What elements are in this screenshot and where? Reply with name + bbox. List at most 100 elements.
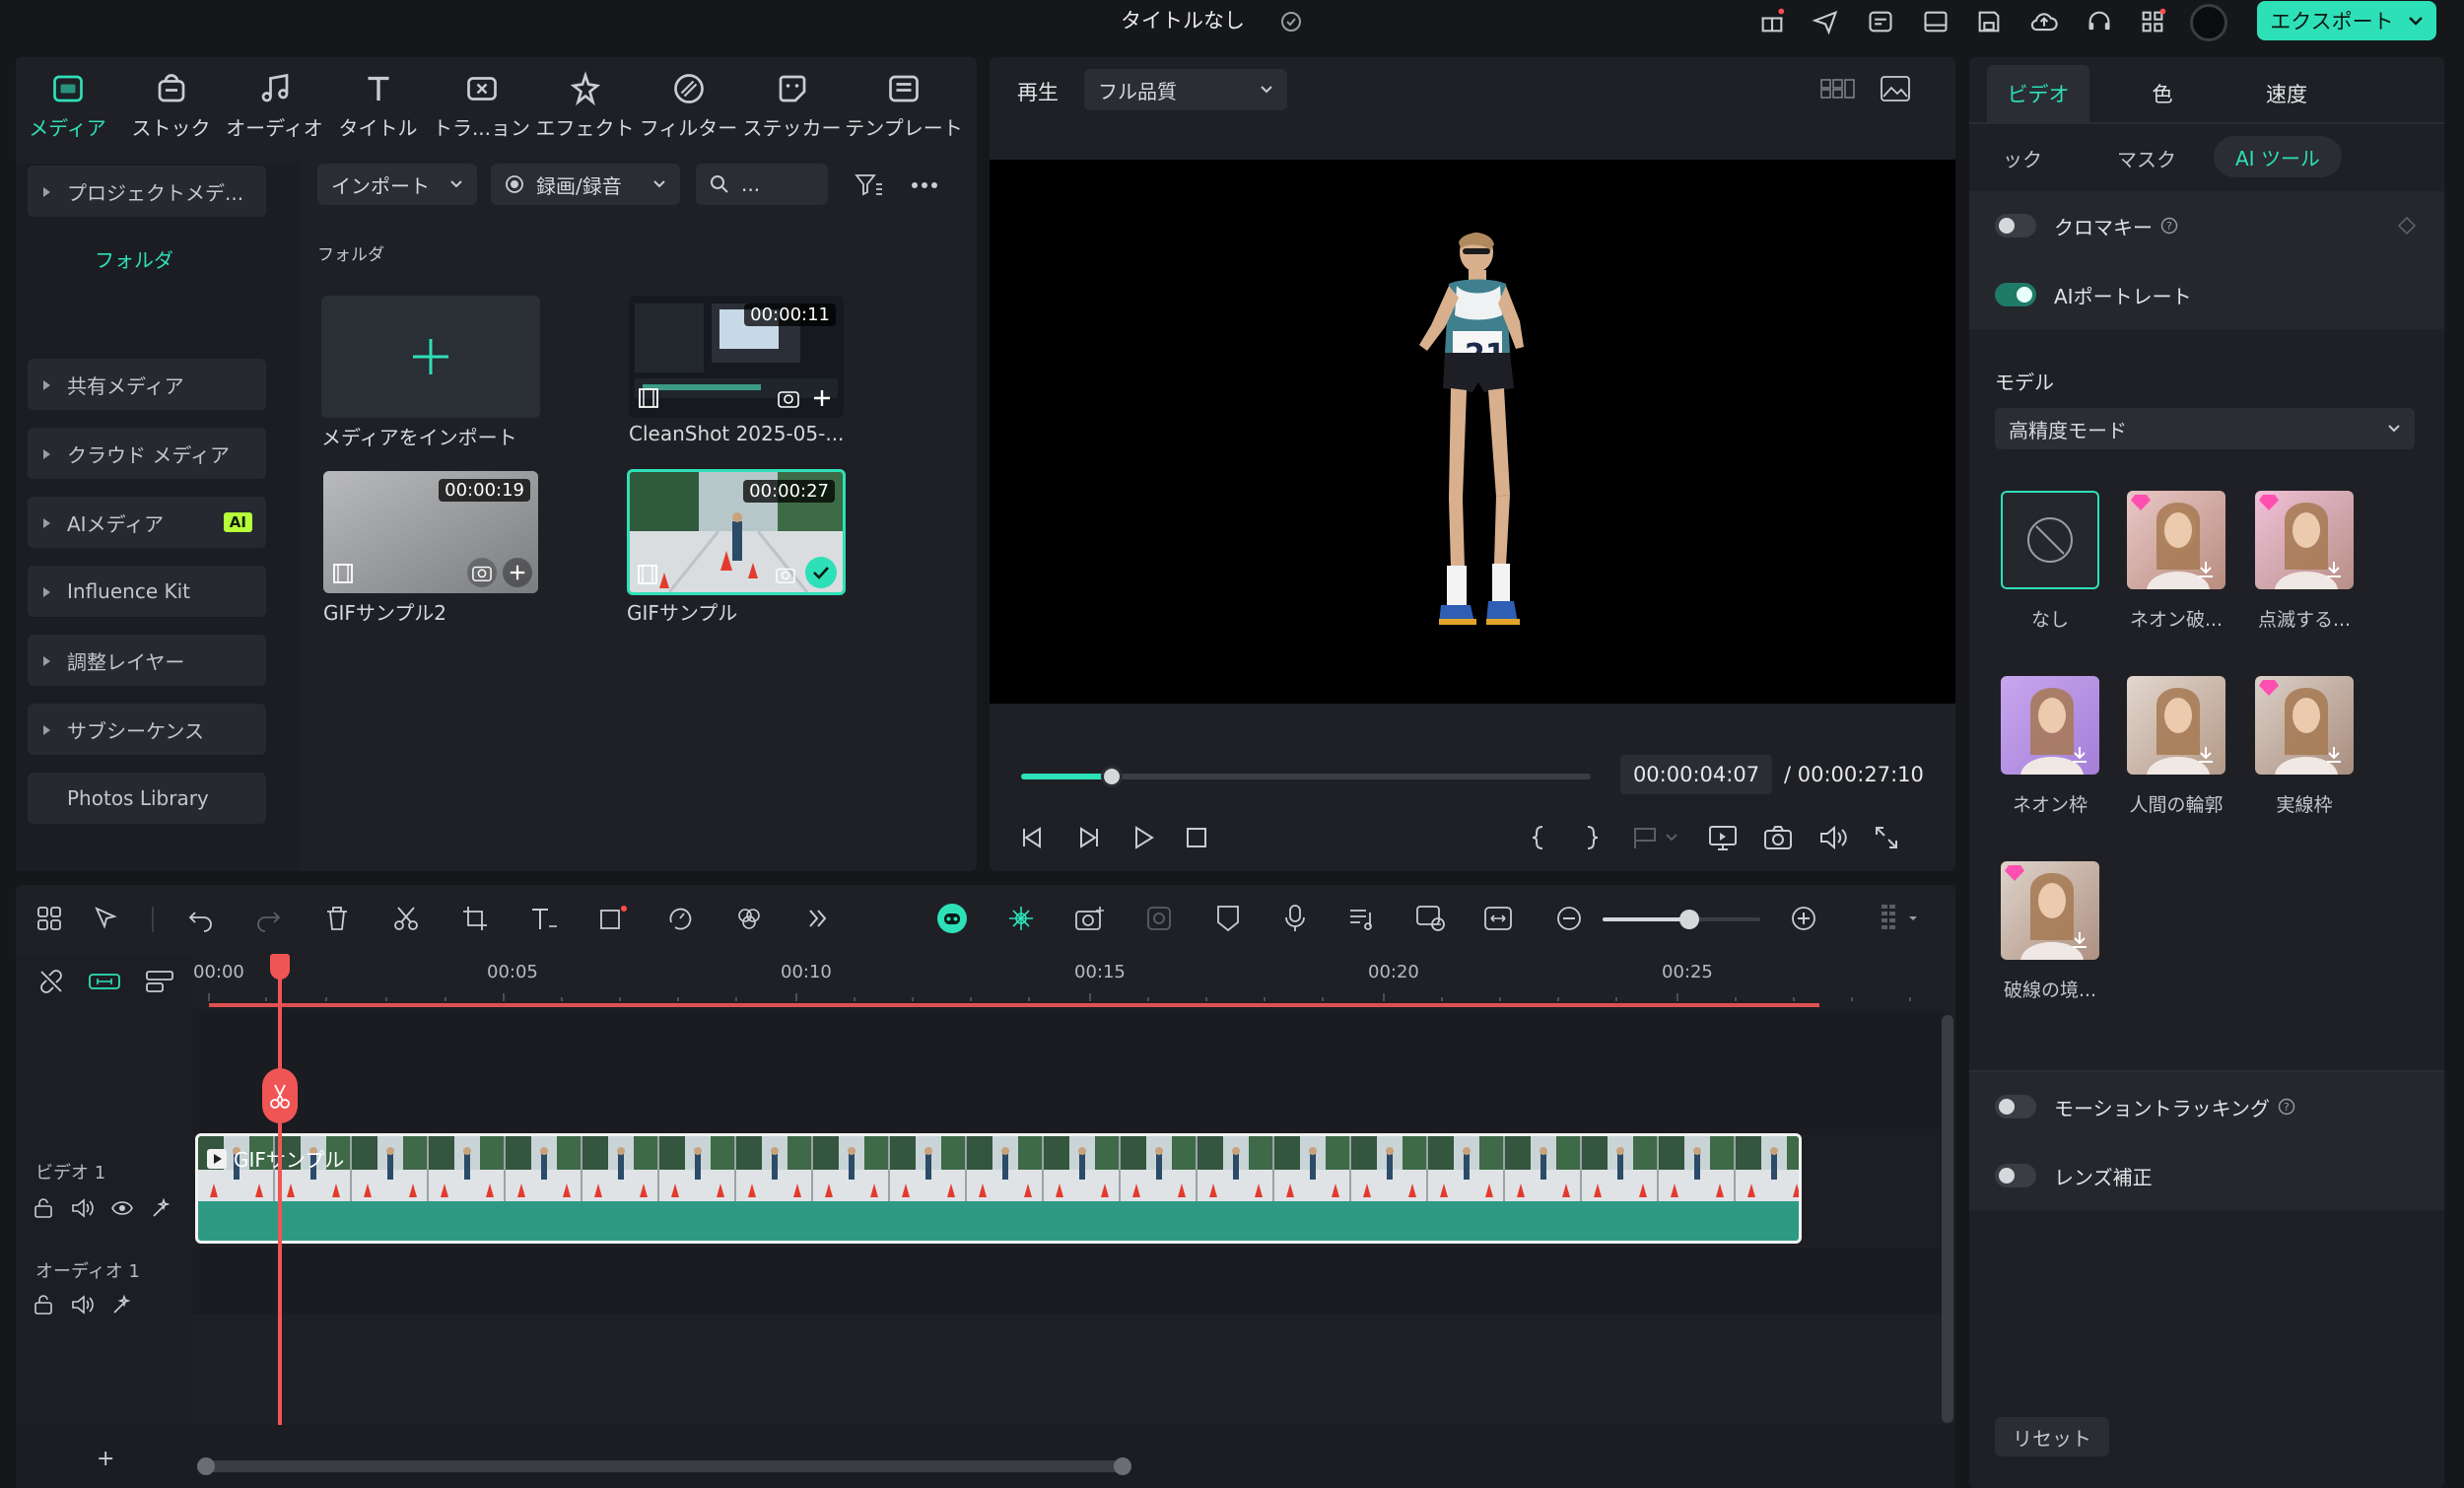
mark-in-icon[interactable] — [1518, 818, 1557, 857]
empty-track-area[interactable] — [193, 1009, 1944, 1135]
chroma-key-toggle[interactable] — [1995, 214, 2036, 237]
effect-none[interactable]: なし — [2001, 491, 2099, 632]
tab-speed[interactable]: 速度 — [2235, 65, 2338, 122]
scrollbar-right-handle[interactable] — [1114, 1457, 1131, 1475]
tab-audio[interactable]: オーディオ — [223, 65, 326, 154]
undo-icon[interactable] — [181, 899, 221, 938]
speed-ramp-icon[interactable] — [660, 899, 700, 938]
track-manager-icon[interactable] — [140, 964, 179, 999]
sidebar-item-photos-library[interactable]: Photos Library — [28, 773, 266, 824]
microphone-icon[interactable] — [1275, 899, 1315, 938]
render-preview-icon[interactable] — [1703, 818, 1743, 857]
tab-sticker[interactable]: ステッカー — [740, 65, 844, 154]
added-check-icon[interactable] — [805, 557, 837, 588]
model-dropdown[interactable]: 高精度モード — [1995, 408, 2415, 449]
zoom-out-icon[interactable] — [1549, 899, 1589, 938]
lock-icon[interactable] — [30, 1194, 57, 1222]
grid-view-icon[interactable] — [1817, 71, 1859, 106]
split-scissors-icon[interactable] — [386, 899, 426, 938]
image-snapshot-icon[interactable] — [1875, 71, 1916, 106]
snapshot-camera-icon[interactable] — [1758, 818, 1798, 857]
gift-icon[interactable] — [1754, 4, 1790, 39]
sidebar-item-cloud-media[interactable]: クラウド メディア — [28, 428, 266, 479]
sidebar-item-subsequence[interactable]: サブシーケンス — [28, 704, 266, 755]
playhead-handle[interactable] — [270, 954, 290, 980]
support-headset-icon[interactable] — [2082, 4, 2117, 39]
stop-icon[interactable] — [1177, 818, 1216, 857]
more-options-icon[interactable] — [907, 168, 942, 203]
import-media-tile[interactable] — [321, 296, 540, 418]
tab-effect[interactable]: エフェクト — [533, 65, 637, 154]
audio-mix-icon[interactable] — [1342, 899, 1382, 938]
fit-timeline-icon[interactable] — [1478, 899, 1518, 938]
sidebar-item-adjustment-layer[interactable]: 調整レイヤー — [28, 635, 266, 686]
user-avatar[interactable] — [2190, 4, 2227, 41]
split-playhead-button[interactable] — [262, 1068, 298, 1123]
unlink-icon[interactable] — [34, 964, 69, 999]
speaker-icon[interactable] — [69, 1194, 97, 1222]
color-match-icon[interactable] — [729, 899, 769, 938]
delete-icon[interactable] — [317, 899, 357, 938]
effect-solid-frame[interactable]: 実線枠 — [2255, 676, 2354, 817]
motion-tracking-toggle[interactable] — [1995, 1095, 2036, 1118]
lens-correction-toggle[interactable] — [1995, 1164, 2036, 1187]
mark-out-icon[interactable] — [1573, 818, 1612, 857]
subtitle-icon[interactable] — [1863, 4, 1898, 39]
stabilize-icon[interactable] — [1139, 899, 1179, 938]
sidebar-item-shared-media[interactable]: 共有メディア — [28, 359, 266, 410]
effect-neon-frame[interactable]: ネオン枠 — [2001, 676, 2099, 817]
zoom-in-icon[interactable] — [1784, 899, 1823, 938]
subtab-mask[interactable]: マスク — [2117, 144, 2176, 172]
magnetic-link-icon[interactable] — [85, 964, 124, 999]
speaker-icon[interactable] — [69, 1291, 97, 1319]
text-tool-icon[interactable] — [524, 899, 564, 938]
previous-frame-icon[interactable] — [1013, 818, 1053, 857]
screenshot-icon[interactable] — [467, 558, 497, 587]
screenshot-icon[interactable] — [775, 384, 802, 412]
record-dropdown[interactable]: 録画/録音 — [491, 164, 680, 205]
effect-neon-break[interactable]: ネオン破... — [2127, 491, 2225, 632]
reset-button[interactable]: リセット — [1995, 1417, 2109, 1456]
screenshot-icon[interactable] — [772, 561, 799, 588]
play-icon[interactable] — [1124, 818, 1163, 857]
auto-highlight-icon[interactable] — [1001, 899, 1041, 938]
preview-render-icon[interactable] — [1411, 899, 1451, 938]
sidebar-item-influence-kit[interactable]: Influence Kit — [28, 566, 266, 617]
camera-effect-icon[interactable] — [1070, 899, 1110, 938]
tab-media[interactable]: メディア — [16, 65, 119, 154]
subtab-ai-tools[interactable]: AI ツール — [2214, 136, 2342, 177]
playhead-line[interactable] — [278, 972, 282, 1488]
add-track-button[interactable]: + — [97, 1447, 114, 1471]
quality-dropdown[interactable]: フル品質 — [1084, 69, 1287, 110]
audio-track-area[interactable] — [193, 1248, 1944, 1315]
media-search-input[interactable]: ... — [696, 164, 828, 205]
zoom-slider[interactable] — [1603, 910, 1760, 929]
media-thumb-gif-sample[interactable]: 00:00:27 — [627, 469, 846, 595]
media-thumb-gif-sample-2[interactable]: 00:00:19 — [323, 471, 538, 593]
send-icon[interactable] — [1808, 4, 1843, 39]
help-icon[interactable]: ? — [2278, 1098, 2295, 1116]
effect-dashed-border[interactable]: 破線の境... — [2001, 861, 2099, 1002]
shape-tool-icon[interactable] — [593, 899, 633, 938]
volume-icon[interactable] — [1814, 818, 1853, 857]
help-icon[interactable]: ? — [2160, 217, 2178, 235]
marker-dropdown-icon[interactable] — [1626, 818, 1685, 857]
media-thumb-cleanshot[interactable]: 00:00:11 — [629, 296, 844, 418]
export-button[interactable]: エクスポート — [2257, 1, 2436, 40]
keyframe-diamond-icon[interactable] — [2397, 216, 2417, 236]
add-to-timeline-icon[interactable] — [503, 558, 532, 587]
tab-template[interactable]: テンプレート — [840, 65, 968, 154]
cloud-upload-icon[interactable] — [2026, 4, 2062, 39]
redo-icon[interactable] — [248, 899, 288, 938]
fullscreen-icon[interactable] — [1867, 818, 1906, 857]
effect-blinking[interactable]: 点滅する... — [2255, 491, 2354, 632]
ai-portrait-toggle[interactable] — [1995, 283, 2036, 306]
timeline-horizontal-scrollbar[interactable] — [197, 1457, 1131, 1475]
video-clip[interactable]: GIFサンプル — [195, 1133, 1802, 1244]
import-dropdown[interactable]: インポート — [317, 164, 477, 205]
tab-filter[interactable]: フィルター — [637, 65, 740, 154]
scrollbar-left-handle[interactable] — [197, 1457, 215, 1475]
timeline-vertical-scrollbar[interactable] — [1942, 1015, 1953, 1423]
zoom-slider-handle[interactable] — [1679, 910, 1699, 929]
sidebar-item-project-media[interactable]: プロジェクトメデ... — [28, 166, 266, 217]
